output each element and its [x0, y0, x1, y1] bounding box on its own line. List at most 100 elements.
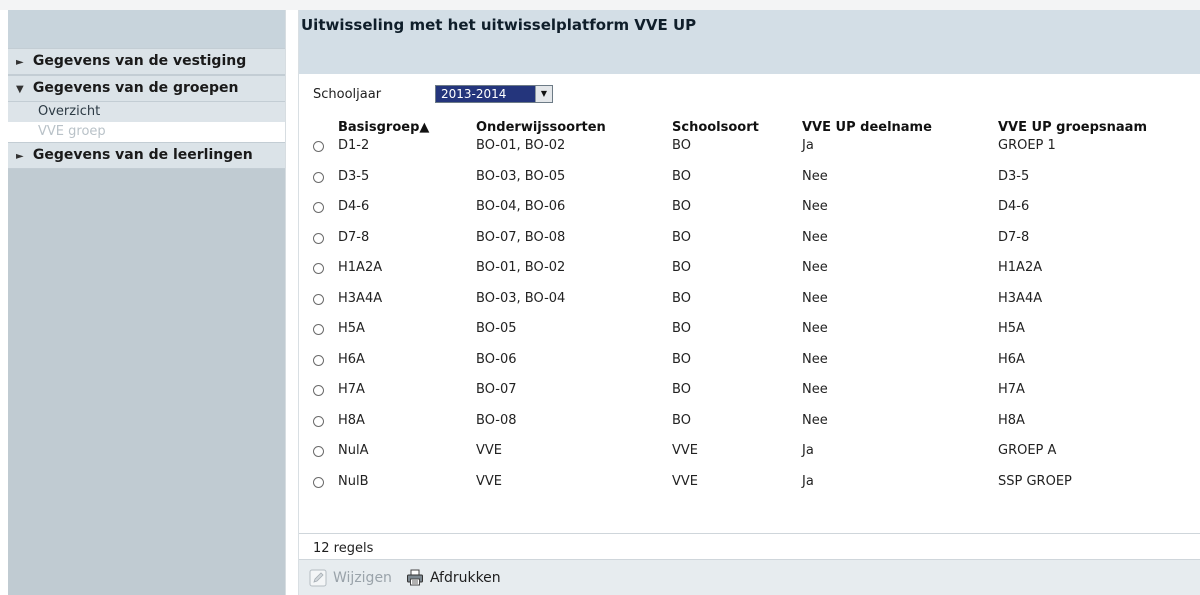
cell-basisgroep: H3A4A	[338, 290, 383, 306]
row-select-radio[interactable]	[313, 354, 324, 366]
cell-schoolsoort: BO	[672, 351, 691, 367]
row-radio-cell	[299, 229, 338, 260]
groups-table: Basisgroep▲ Onderwijssoorten Schoolsoort…	[299, 117, 1200, 503]
cell-basisgroep: H1A2A	[338, 260, 383, 275]
row-select-radio[interactable]	[313, 263, 324, 274]
row-radio-cell	[299, 473, 338, 504]
schooljaar-label: Schooljaar	[313, 86, 382, 102]
row-radio-cell	[299, 290, 338, 321]
row-select-radio[interactable]	[313, 385, 324, 396]
page-header: Uitwisseling met het uitwisselplatform V…	[299, 10, 1200, 74]
chevron-down-icon[interactable]: ▼	[535, 86, 552, 102]
row-count: 12 regels	[313, 541, 374, 556]
sidebar-section-label: Gegevens van de groepen	[32, 80, 239, 96]
collapsed-arrow-icon: ►​	[16, 57, 24, 68]
pencil-icon	[309, 569, 327, 587]
column-header-onderwijssoorten[interactable]: Onderwijssoorten	[476, 117, 672, 137]
column-header-schoolsoort[interactable]: Schoolsoort	[672, 117, 802, 137]
edit-button[interactable]: Wijzigen	[309, 569, 392, 587]
table-row[interactable]: D7-8 BO-07, BO-08 BO Nee D7-8	[299, 229, 1200, 260]
cell-onderwijssoorten: VVE	[476, 473, 502, 489]
cell-schoolsoort: VVE	[672, 443, 698, 458]
cell-schoolsoort: BO	[672, 199, 691, 214]
print-label: Afdrukken	[429, 569, 501, 586]
row-radio-cell	[299, 351, 338, 382]
cell-schoolsoort: BO	[672, 260, 691, 275]
sidebar-section-groepen[interactable]: ▼ Gegevens van de groepen	[8, 75, 285, 102]
sidebar-section-label: Gegevens van de leerlingen	[32, 147, 253, 163]
row-select-radio[interactable]	[313, 446, 324, 457]
cell-basisgroep: D1-2	[338, 138, 370, 153]
cell-schoolsoort: BO	[672, 138, 691, 153]
table-row[interactable]: D1-2 BO-01, BO-02 BO Ja GROEP 1	[299, 137, 1200, 168]
row-select-radio[interactable]	[313, 415, 324, 427]
cell-onderwijssoorten: BO-06	[476, 351, 517, 367]
row-radio-cell	[299, 442, 338, 473]
cell-groepsnaam: H7A	[998, 382, 1025, 397]
table-row[interactable]: H5A BO-05 BO Nee H5A	[299, 320, 1200, 351]
cell-onderwijssoorten: BO-01, BO-02	[476, 260, 566, 275]
table-header-row: Basisgroep▲ Onderwijssoorten Schoolsoort…	[299, 117, 1200, 137]
page-title: Uitwisseling met het uitwisselplatform V…	[301, 16, 697, 34]
row-radio-cell	[299, 198, 338, 229]
table-row[interactable]: H3A4A BO-03, BO-04 BO Nee H3A4A	[299, 290, 1200, 321]
table-row[interactable]: NulA VVE VVE Ja GROEP A	[299, 442, 1200, 473]
print-button[interactable]: Afdrukken	[406, 569, 501, 587]
row-select-radio[interactable]	[313, 293, 324, 305]
sidebar-item-vve-groep[interactable]: VVE groep	[8, 122, 285, 142]
table-row[interactable]: H6A BO-06 BO Nee H6A	[299, 351, 1200, 382]
cell-onderwijssoorten: BO-07	[476, 382, 517, 397]
table-row[interactable]: NulB VVE VVE Ja SSP GROEP	[299, 473, 1200, 504]
expanded-arrow-icon: ▼	[16, 84, 24, 95]
cell-onderwijssoorten: BO-03, BO-05	[476, 168, 566, 184]
cell-deelname: Ja	[802, 443, 814, 458]
printer-icon	[406, 569, 424, 587]
row-select-radio[interactable]	[313, 171, 324, 183]
sidebar-item-overzicht[interactable]: Overzicht	[8, 102, 285, 122]
row-select-radio[interactable]	[313, 141, 324, 152]
sidebar-section-leerlingen[interactable]: ► Gegevens van de leerlingen	[8, 142, 285, 169]
table-row[interactable]: H8A BO-08 BO Nee H8A	[299, 412, 1200, 443]
sidebar-section-vestiging[interactable]: ►​ Gegevens van de vestiging	[8, 48, 285, 75]
sidebar-header	[8, 10, 285, 48]
cell-basisgroep: H7A	[338, 382, 365, 397]
cell-deelname: Nee	[802, 351, 828, 367]
cell-onderwijssoorten: BO-04, BO-06	[476, 199, 566, 214]
cell-deelname: Nee	[802, 199, 828, 214]
row-select-radio[interactable]	[313, 476, 324, 488]
column-header-deelname[interactable]: VVE UP deelname	[802, 117, 998, 137]
edit-label: Wijzigen	[333, 569, 392, 586]
cell-groepsnaam: D7-8	[998, 229, 1030, 245]
cell-groepsnaam: H8A	[998, 412, 1025, 428]
table-footer: 12 regels	[299, 533, 1200, 560]
row-select-radio[interactable]	[313, 324, 324, 335]
table-row[interactable]: H7A BO-07 BO Nee H7A	[299, 381, 1200, 412]
row-radio-cell	[299, 320, 338, 351]
cell-onderwijssoorten: BO-08	[476, 412, 517, 428]
cell-onderwijssoorten: BO-05	[476, 321, 517, 336]
cell-groepsnaam: H3A4A	[998, 290, 1043, 306]
cell-deelname: Nee	[802, 260, 828, 275]
table-row[interactable]: H1A2A BO-01, BO-02 BO Nee H1A2A	[299, 259, 1200, 290]
cell-schoolsoort: BO	[672, 321, 691, 336]
cell-groepsnaam: GROEP 1	[998, 138, 1056, 153]
cell-groepsnaam: SSP GROEP	[998, 473, 1072, 489]
row-select-radio[interactable]	[313, 232, 324, 244]
cell-basisgroep: H8A	[338, 412, 365, 428]
column-header-basisgroep[interactable]: Basisgroep▲	[338, 117, 476, 137]
cell-basisgroep: D3-5	[338, 168, 370, 184]
cell-schoolsoort: BO	[672, 229, 691, 245]
cell-schoolsoort: BO	[672, 168, 691, 184]
schooljaar-select[interactable]: 2013-2014 ▼	[435, 85, 553, 103]
cell-onderwijssoorten: VVE	[476, 443, 502, 458]
groups-table-wrapper: Basisgroep▲ Onderwijssoorten Schoolsoort…	[299, 117, 1200, 503]
cell-schoolsoort: BO	[672, 290, 691, 306]
table-row[interactable]: D4-6 BO-04, BO-06 BO Nee D4-6	[299, 198, 1200, 229]
row-select-radio[interactable]	[313, 202, 324, 213]
column-header-groepsnaam[interactable]: VVE UP groepsnaam	[998, 117, 1200, 137]
cell-deelname: Nee	[802, 412, 828, 428]
table-row[interactable]: D3-5 BO-03, BO-05 BO Nee D3-5	[299, 168, 1200, 199]
cell-deelname: Nee	[802, 290, 828, 306]
cell-deelname: Ja	[802, 138, 814, 153]
cell-groepsnaam: D3-5	[998, 168, 1030, 184]
